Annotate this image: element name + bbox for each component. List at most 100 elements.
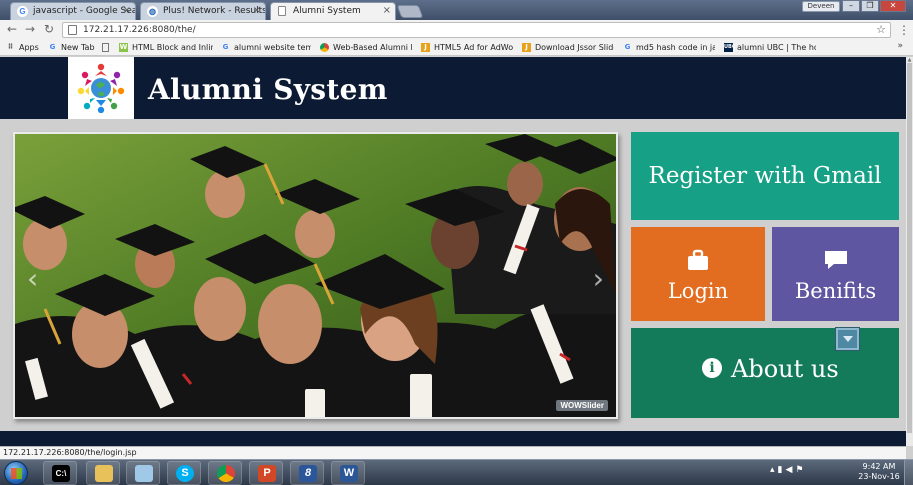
new-tab-button[interactable] (396, 5, 424, 18)
google-icon: G (17, 6, 28, 17)
bookmark-alumni-template[interactable]: G alumni website templ (221, 41, 311, 54)
tile-label: Register with Gmail (648, 163, 882, 189)
page-icon (102, 43, 109, 52)
slider-badge: WOWSlider (556, 400, 608, 411)
tile-label: Login (667, 279, 729, 303)
page-scrollbar[interactable]: ▲ (906, 57, 913, 446)
bookmark-label: HTML5 Ad for AdWor (434, 43, 513, 52)
start-button[interactable] (4, 461, 28, 485)
flag-icon[interactable]: ⚑ (795, 465, 806, 475)
bookmark-label: alumni website templ (234, 43, 311, 52)
taskbar-onenote[interactable]: 8 (290, 461, 324, 485)
tab-plus-network[interactable]: ◍ Plus! Network - Results × (140, 2, 266, 20)
volume-icon[interactable]: ◀ (785, 465, 795, 475)
bookmark-md5-hash[interactable]: G md5 hash code in jav (623, 41, 715, 54)
address-url: 172.21.17.226:8080/the/ (83, 25, 196, 35)
info-circle-icon: i (702, 358, 722, 378)
bookmark-apps[interactable]: ⠿ Apps (6, 41, 46, 54)
browser-toolbar: ← → ↻ 172.21.17.226:8080/the/ ☆ ⋮ (0, 20, 913, 40)
minimize-button[interactable]: – (842, 0, 860, 12)
bookmark-new-tab[interactable]: G New Tab (48, 41, 98, 54)
site-footer (0, 431, 906, 446)
system-clock[interactable]: 9:42 AM 23-Nov-16 (858, 462, 900, 482)
clock-time: 9:42 AM (862, 462, 896, 471)
site-logo[interactable] (68, 57, 134, 119)
browser-menu-icon[interactable]: ⋮ (898, 23, 910, 37)
briefcase-icon (688, 249, 708, 270)
show-desktop-button[interactable] (904, 460, 913, 485)
tab-title: Alumni System (293, 6, 361, 16)
site-header: Alumni System (0, 57, 906, 119)
google-icon: G (624, 43, 631, 51)
slider-next-arrow-icon[interactable]: › (593, 262, 604, 295)
green-icon: W (119, 43, 128, 52)
page-info-icon[interactable] (68, 25, 77, 35)
cmd-icon: C:\ (52, 465, 70, 482)
taskbar-cmd[interactable]: C:\ (43, 461, 77, 485)
profile-button[interactable]: Deveen (802, 1, 840, 12)
comment-icon (824, 251, 847, 269)
page-viewport: Alumni System ‹ › WOWSlider Register wit… (0, 57, 906, 446)
bookmark-label: New Tab (61, 43, 95, 52)
chrome-icon (320, 43, 329, 52)
taskbar-powerpoint[interactable]: P (249, 461, 283, 485)
bookmark-web-based-alumni[interactable]: Web-Based Alumni M (320, 41, 412, 54)
word-icon: W (340, 465, 358, 482)
clock-date: 23-Nov-16 (858, 472, 900, 481)
back-arrow-icon[interactable]: ← (5, 22, 19, 36)
bookmarks-bar: ⠿ Apps G New Tab W HTML Block and Inline… (0, 40, 913, 56)
tab-google-search[interactable]: G javascript - Google Searc × (10, 2, 136, 20)
bookmark-label: md5 hash code in jav (636, 43, 715, 52)
taskbar-explorer[interactable] (86, 461, 120, 485)
bookmark-label: alumni UBC | The hor (737, 43, 816, 52)
orange-icon: J (421, 43, 430, 52)
benefits-tile[interactable]: Benifits (772, 227, 899, 321)
bookmark-jssor-slider[interactable]: J Download Jssor Slider (522, 41, 614, 54)
scroll-down-button[interactable] (835, 327, 860, 351)
taskbar-notepad[interactable] (126, 461, 160, 485)
bookmark-alumni-ubc[interactable]: UBC alumni UBC | The hor (724, 41, 816, 54)
chrome-icon (217, 465, 235, 482)
bookmark-label: Web-Based Alumni M (333, 43, 412, 52)
people-globe-logo-icon (77, 63, 125, 113)
maximize-button[interactable]: ❐ (861, 0, 879, 12)
orange-icon: J (522, 43, 531, 52)
close-icon[interactable]: × (123, 3, 131, 19)
register-gmail-tile[interactable]: Register with Gmail (631, 132, 899, 220)
close-icon[interactable]: × (253, 3, 261, 19)
bookmark-star-icon[interactable]: ☆ (876, 23, 886, 37)
onenote-icon: 8 (299, 465, 317, 482)
tray-expand-icon[interactable]: ▴ (770, 465, 778, 475)
taskbar-word[interactable]: W (331, 461, 365, 485)
close-icon[interactable]: × (383, 3, 391, 19)
bookmark-html-block[interactable]: W HTML Block and Inline (119, 41, 213, 54)
taskbar-skype[interactable]: S (167, 461, 201, 485)
graduates-photo (15, 134, 616, 417)
bookmark-html5-ad[interactable]: J HTML5 Ad for AdWor (421, 41, 513, 54)
window-close-button[interactable]: ✕ (880, 0, 906, 12)
notepad-icon (135, 465, 153, 482)
tab-alumni-system[interactable]: Alumni System × (270, 2, 396, 20)
scrollbar-thumb[interactable] (907, 63, 912, 433)
system-tray[interactable]: ▴▮◀⚑ (770, 465, 806, 475)
tile-label: Benifits (794, 279, 877, 303)
bookmark-label: Apps (19, 43, 39, 52)
bookmark-page[interactable] (102, 41, 116, 54)
bookmark-label: Download Jssor Slider (535, 43, 614, 52)
slider-prev-arrow-icon[interactable]: ‹ (27, 262, 38, 295)
image-slider[interactable]: ‹ › WOWSlider (13, 132, 618, 419)
address-bar[interactable]: 172.21.17.226:8080/the/ ☆ (62, 22, 891, 38)
reload-icon[interactable]: ↻ (42, 22, 56, 36)
skype-icon: S (176, 465, 194, 482)
browser-tab-strip: G javascript - Google Searc × ◍ Plus! Ne… (0, 0, 913, 20)
site-title: Alumni System (148, 73, 388, 106)
google-icon: G (49, 43, 56, 51)
taskbar-chrome[interactable] (208, 461, 242, 485)
login-tile[interactable]: Login (631, 227, 765, 321)
bookmark-label: HTML Block and Inline (132, 43, 213, 52)
more-bookmarks-icon[interactable]: » (897, 41, 903, 51)
tile-label: About us (731, 355, 839, 383)
google-icon: G (222, 43, 229, 51)
forward-arrow-icon[interactable]: → (23, 22, 37, 36)
page-icon (278, 6, 286, 16)
